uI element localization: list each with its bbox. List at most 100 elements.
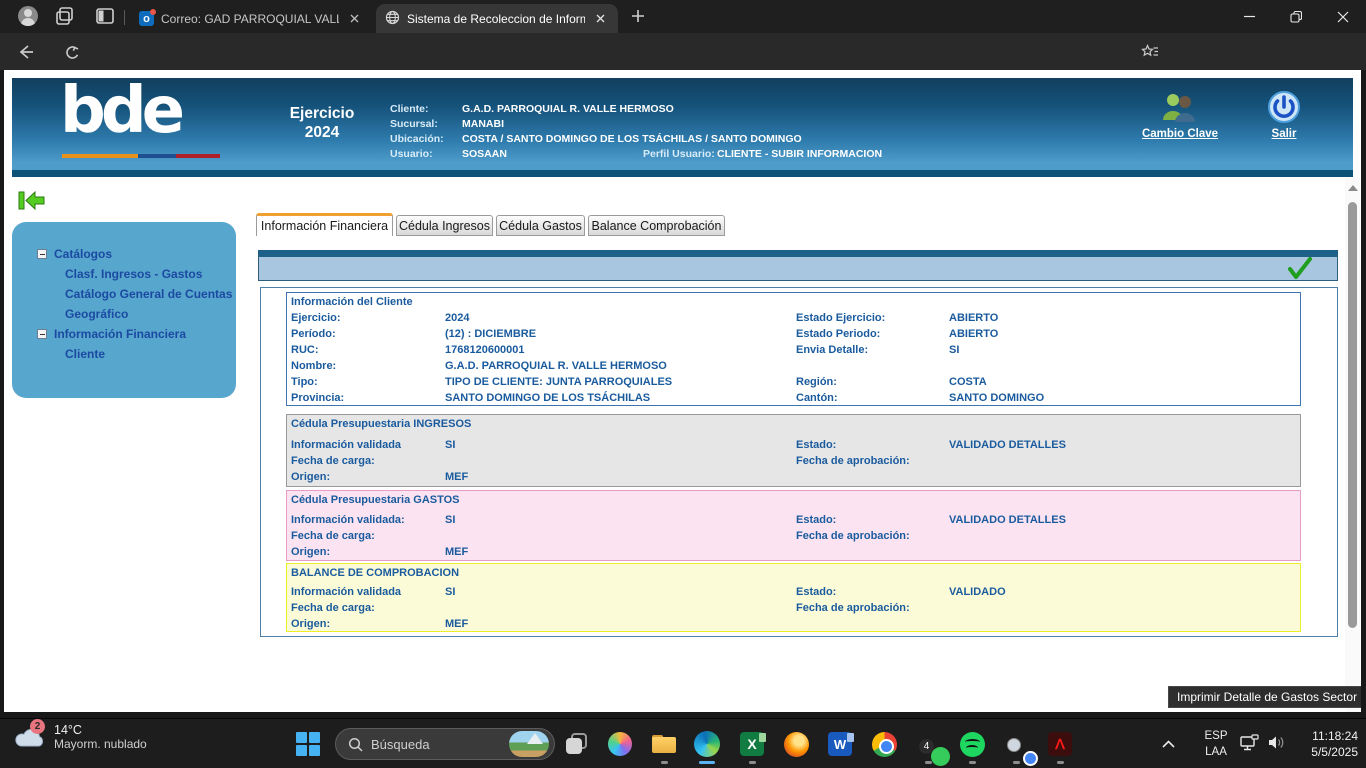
weather-alert-badge: 2 [30, 719, 45, 734]
scroll-up-arrow[interactable] [1348, 185, 1358, 191]
sucursal-value: MANABI [462, 118, 504, 130]
browser-viewport: bde Ejercicio 2024 Cliente: G.A.D. PARRO… [0, 70, 1366, 718]
cliente-value: G.A.D. PARROQUIAL R. VALLE HERMOSO [462, 103, 674, 115]
search-placeholder: Búsqueda [371, 737, 501, 752]
sidebar-item-catalogos[interactable]: Catálogos [37, 244, 112, 264]
panel-title: Información del Cliente [291, 296, 413, 308]
tab-cedula-gastos[interactable]: Cédula Gastos [496, 215, 585, 236]
tab-close-icon[interactable] [592, 11, 608, 27]
volume-icon[interactable] [1267, 734, 1286, 751]
window-restore-button[interactable] [1273, 0, 1319, 33]
taskbar-explorer-icon[interactable] [650, 730, 678, 758]
search-icon [348, 737, 363, 752]
favorites-icon[interactable] [1138, 40, 1162, 64]
panel-balance-comprobacion: BALANCE DE COMPROBACION Información vali… [286, 563, 1301, 632]
window-close-button[interactable] [1320, 0, 1366, 33]
browser-tab-bar: o Correo: GAD PARROQUIAL VALLE Sistema d… [0, 0, 1366, 33]
back-arrow-icon[interactable] [18, 189, 46, 212]
tray-chevron-icon[interactable] [1162, 719, 1175, 768]
taskbar-firefox-icon[interactable] [782, 730, 810, 758]
network-icon[interactable] [1240, 734, 1259, 751]
sidebar-item-cliente[interactable]: Cliente [65, 344, 105, 364]
refresh-button[interactable] [60, 40, 84, 64]
collapse-icon[interactable] [37, 329, 47, 339]
ubicacion-label: Ubicación: [390, 133, 444, 145]
bde-page: bde Ejercicio 2024 Cliente: G.A.D. PARRO… [4, 70, 1361, 712]
browser-toolbar: https://consulta.bde.fin.ec/WebSim/Login… [0, 33, 1366, 70]
sidebar-item-geografico[interactable]: Geográfico [65, 304, 128, 324]
collapse-icon[interactable] [37, 249, 47, 259]
tab-cedula-ingresos[interactable]: Cédula Ingresos [396, 215, 493, 236]
panel-cedula-gastos: Cédula Presupuestaria GASTOS Información… [286, 490, 1301, 561]
page-scrollbar[interactable] [1345, 178, 1360, 712]
browser-tab-outlook[interactable]: o Correo: GAD PARROQUIAL VALLE [130, 4, 372, 33]
perfil-label: Perfil Usuario: [643, 148, 715, 160]
clock[interactable]: 11:18:24 5/5/2025 [1288, 728, 1358, 760]
taskbar-excel-icon[interactable]: X [738, 730, 766, 758]
sidebar-tree: Catálogos Clasf. Ingresos - Gastos Catál… [12, 222, 236, 398]
workspaces-icon[interactable] [55, 6, 75, 26]
start-button[interactable] [296, 732, 320, 756]
tab-title: Correo: GAD PARROQUIAL VALLE [161, 12, 339, 26]
whatsapp-badge: 4 [919, 739, 934, 754]
weather-temp: 14°C [54, 723, 147, 737]
taskbar-acrobat-icon[interactable]: ꓥ [1046, 730, 1074, 758]
panel-title: Cédula Presupuestaria GASTOS [291, 494, 460, 506]
sucursal-label: Sucursal: [390, 118, 438, 130]
outlook-favicon: o [139, 11, 154, 26]
panel-cedula-ingresos: Cédula Presupuestaria INGRESOS Informaci… [286, 414, 1301, 487]
taskbar-search[interactable]: Búsqueda [335, 728, 555, 760]
sidebar-item-clasf-ingresos-gastos[interactable]: Clasf. Ingresos - Gastos [65, 264, 202, 284]
bde-logo: bde [60, 74, 180, 148]
browser-tab-sistema[interactable]: Sistema de Recoleccion de Inform [376, 4, 618, 33]
salir-link[interactable]: Salir [1254, 128, 1314, 140]
power-icon [1267, 90, 1301, 124]
clock-time: 11:18:24 [1288, 728, 1358, 744]
bde-logo-stripe [62, 154, 220, 158]
panel-title: Cédula Presupuestaria INGRESOS [291, 418, 471, 430]
sidebar-item-informacion-financiera[interactable]: Información Financiera [37, 324, 186, 344]
panel-informacion-cliente: Información del Cliente Ejercicio:2024Es… [286, 292, 1301, 406]
new-tab-button[interactable] [630, 8, 650, 28]
taskbar-chrome-icon[interactable] [870, 730, 898, 758]
search-highlight-image [509, 731, 549, 757]
window-minimize-button[interactable] [1226, 0, 1272, 33]
tab-informacion-financiera[interactable]: Información Financiera [256, 213, 393, 236]
taskbar: 2 14°C Mayorm. nublado Búsqueda X W 4 ꓥ … [0, 718, 1366, 768]
info-container: Información del Cliente Ejercicio:2024Es… [260, 287, 1338, 637]
taskbar-word-icon[interactable]: W [826, 730, 854, 758]
back-button[interactable] [14, 40, 38, 64]
tab-separator [124, 10, 125, 25]
taskbar-chrome-profile-icon[interactable] [1002, 730, 1030, 758]
language-indicator[interactable]: ESP LAA [1196, 728, 1236, 760]
cliente-label: Cliente: [390, 103, 429, 115]
tab-balance-comprobacion[interactable]: Balance Comprobación [588, 215, 725, 236]
taskbar-copilot-icon[interactable] [606, 730, 634, 758]
taskbar-whatsapp-icon[interactable]: 4 [914, 730, 942, 758]
taskbar-edge-icon[interactable] [693, 730, 721, 758]
status-bar [258, 250, 1338, 281]
users-icon [1157, 92, 1201, 124]
clock-date: 5/5/2025 [1288, 744, 1358, 760]
bde-header: bde Ejercicio 2024 Cliente: G.A.D. PARRO… [12, 78, 1353, 177]
usuario-label: Usuario: [390, 148, 433, 160]
scroll-thumb[interactable] [1348, 202, 1357, 628]
perfil-value: CLIENTE - SUBIR INFORMACION [717, 148, 882, 160]
panel-title: BALANCE DE COMPROBACION [291, 567, 459, 579]
task-view-button[interactable] [566, 733, 588, 755]
taskbar-spotify-icon[interactable] [958, 730, 986, 758]
ubicacion-value: COSTA / SANTO DOMINGO DE LOS TSÁCHILAS /… [462, 133, 802, 145]
tooltip: Imprimir Detalle de Gastos Sector [1168, 686, 1361, 708]
weather-widget[interactable]: 2 14°C Mayorm. nublado [14, 723, 147, 751]
usuario-value: SOSAAN [462, 148, 507, 160]
validated-check-icon [1287, 257, 1313, 281]
tab-close-icon[interactable] [346, 11, 362, 27]
sidebar-item-catalogo-general-cuentas[interactable]: Catálogo General de Cuentas [65, 284, 232, 304]
globe-favicon [385, 10, 400, 28]
ejercicio-year: Ejercicio 2024 [252, 104, 392, 142]
vertical-tabs-icon[interactable] [95, 6, 115, 26]
weather-condition: Mayorm. nublado [54, 737, 147, 751]
browser-profile-avatar[interactable] [18, 6, 38, 26]
cambio-clave-link[interactable]: Cambio Clave [1130, 128, 1230, 140]
cloud-icon: 2 [14, 724, 46, 750]
